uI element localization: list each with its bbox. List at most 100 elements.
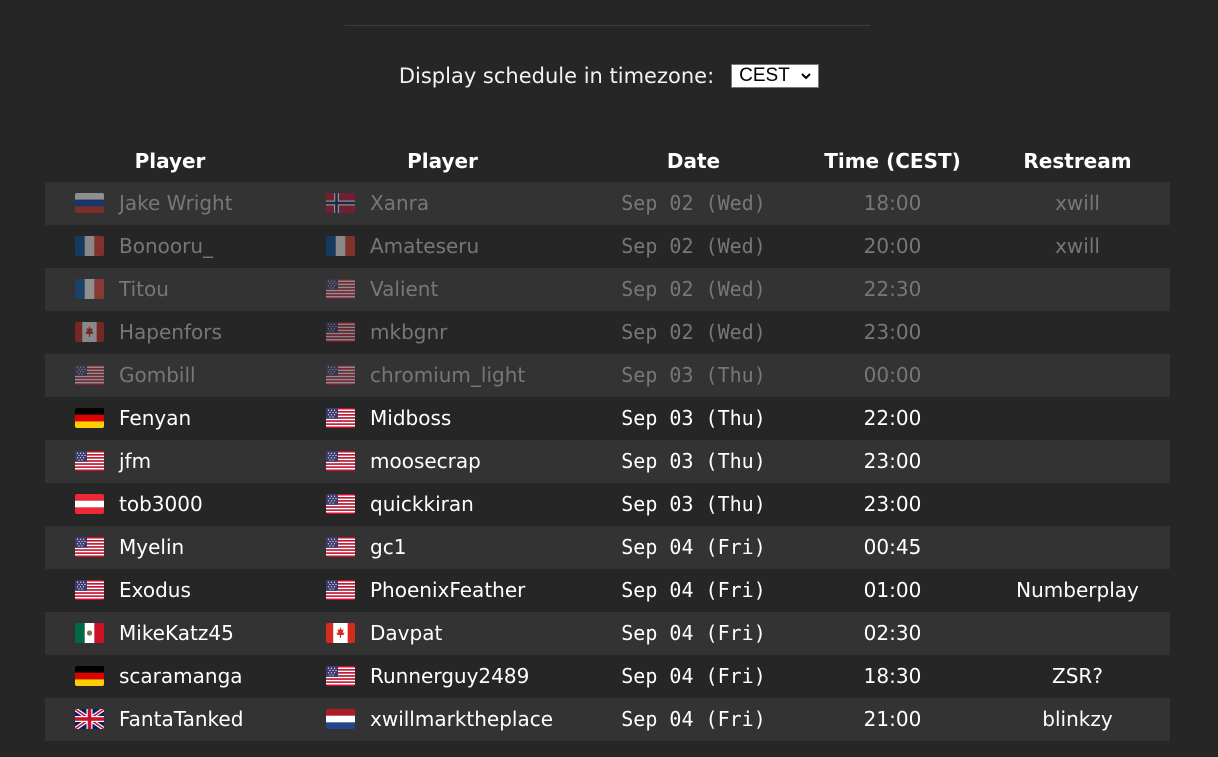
header-time: Time (CEST) xyxy=(824,149,961,173)
usa-flag-icon xyxy=(326,408,355,428)
table-row: Exodus PhoenixFeather Sep 04 (Fri) 01:00… xyxy=(45,569,1170,612)
restream-channel: xwill xyxy=(1055,234,1100,258)
match-time: 02:30 xyxy=(863,621,922,645)
match-date: Sep 04 (Fri) xyxy=(621,578,766,602)
table-row: tob3000 quickkiran Sep 03 (Thu) 23:00 xyxy=(45,483,1170,526)
player2-cell: moosecrap xyxy=(326,440,481,483)
player2-name: Runnerguy2489 xyxy=(370,664,530,688)
player1-name: Hapenfors xyxy=(119,320,222,344)
match-date: Sep 02 (Wed) xyxy=(621,191,766,215)
match-time: 23:00 xyxy=(863,320,922,344)
usa-flag-icon xyxy=(75,580,104,600)
match-time: 23:00 xyxy=(863,492,922,516)
match-time: 18:00 xyxy=(863,191,922,215)
player2-cell: xwillmarktheplace xyxy=(326,698,553,741)
player1-name: MikeKatz45 xyxy=(119,621,234,645)
player1-name: FantaTanked xyxy=(119,707,244,731)
match-date: Sep 03 (Thu) xyxy=(621,363,766,387)
match-date: Sep 02 (Wed) xyxy=(621,234,766,258)
match-date: Sep 02 (Wed) xyxy=(621,277,766,301)
usa-flag-icon xyxy=(326,279,355,299)
match-date: Sep 04 (Fri) xyxy=(621,707,766,731)
timezone-select-value: CEST xyxy=(739,65,790,86)
player1-cell: Hapenfors xyxy=(75,311,222,354)
table-row: scaramanga Runnerguy2489 Sep 04 (Fri) 18… xyxy=(45,655,1170,698)
player2-name: xwillmarktheplace xyxy=(370,707,554,731)
match-time: 00:45 xyxy=(863,535,922,559)
match-date: Sep 03 (Thu) xyxy=(621,406,766,430)
table-row: Bonooru_ Amateseru Sep 02 (Wed) 20:00 xw… xyxy=(45,225,1170,268)
player2-name: chromium_light xyxy=(370,363,526,387)
usa-flag-icon xyxy=(326,451,355,471)
netherlands-flag-icon xyxy=(326,709,355,729)
match-time: 00:00 xyxy=(863,363,922,387)
mexico-flag-icon xyxy=(75,623,104,643)
usa-flag-icon xyxy=(326,494,355,514)
player2-name: Amateseru xyxy=(370,234,480,258)
player1-name: Gombill xyxy=(119,363,196,387)
player2-cell: mkbgnr xyxy=(326,311,447,354)
match-date: Sep 04 (Fri) xyxy=(621,535,766,559)
player1-cell: Gombill xyxy=(75,354,196,397)
player1-cell: FantaTanked xyxy=(75,698,243,741)
restream-channel: xwill xyxy=(1055,191,1100,215)
france-flag-icon xyxy=(75,236,104,256)
match-time: 22:30 xyxy=(863,277,922,301)
germany-flag-icon xyxy=(75,666,104,686)
player2-name: mkbgnr xyxy=(370,320,448,344)
uk-flag-icon xyxy=(75,709,104,729)
match-time: 23:00 xyxy=(863,449,922,473)
restream-channel: blinkzy xyxy=(1042,707,1113,731)
player1-cell: Myelin xyxy=(75,526,184,569)
player1-cell: Bonooru_ xyxy=(75,225,213,268)
usa-flag-icon xyxy=(326,580,355,600)
match-time: 22:00 xyxy=(863,406,922,430)
france-flag-icon xyxy=(75,279,104,299)
table-row: Jake Wright Xanra Sep 02 (Wed) 18:00 xwi… xyxy=(45,182,1170,225)
player2-name: Davpat xyxy=(370,621,443,645)
player1-cell: Titou xyxy=(75,268,169,311)
player2-name: PhoenixFeather xyxy=(370,578,526,602)
table-row: Titou Valient Sep 02 (Wed) 22:30 xyxy=(45,268,1170,311)
player1-name: Myelin xyxy=(119,535,185,559)
player1-name: Jake Wright xyxy=(119,191,233,215)
player2-name: gc1 xyxy=(370,535,407,559)
player2-cell: Davpat xyxy=(326,612,442,655)
match-time: 21:00 xyxy=(863,707,922,731)
schedule-table: Player Player Date Time (CEST) Restream … xyxy=(45,140,1170,741)
top-divider xyxy=(345,25,870,26)
table-row: Fenyan Midboss Sep 03 (Thu) 22:00 xyxy=(45,397,1170,440)
player2-cell: gc1 xyxy=(326,526,406,569)
usa-flag-icon xyxy=(326,365,355,385)
timezone-selector-row: Display schedule in timezone: CEST xyxy=(0,60,1218,92)
canada-flag-icon xyxy=(326,623,355,643)
player2-name: Midboss xyxy=(370,406,452,430)
match-time: 20:00 xyxy=(863,234,922,258)
player1-name: jfm xyxy=(119,449,152,473)
germany-flag-icon xyxy=(75,408,104,428)
table-row: Gombill chromium_light Sep 03 (Thu) 00:0… xyxy=(45,354,1170,397)
chevron-down-icon xyxy=(801,73,811,80)
player2-cell: PhoenixFeather xyxy=(326,569,525,612)
restream-channel: ZSR? xyxy=(1052,664,1103,688)
match-time: 18:30 xyxy=(863,664,922,688)
player2-cell: Midboss xyxy=(326,397,451,440)
player2-cell: Runnerguy2489 xyxy=(326,655,529,698)
player1-cell: Exodus xyxy=(75,569,191,612)
player2-cell: chromium_light xyxy=(326,354,525,397)
player1-cell: Jake Wright xyxy=(75,182,233,225)
match-date: Sep 02 (Wed) xyxy=(621,320,766,344)
player2-name: Xanra xyxy=(370,191,430,215)
player2-name: quickkiran xyxy=(370,492,474,516)
player1-cell: MikeKatz45 xyxy=(75,612,234,655)
header-player1: Player xyxy=(134,149,206,173)
russia-flag-icon xyxy=(75,193,104,213)
header-date: Date xyxy=(666,149,721,173)
player1-name: Fenyan xyxy=(119,406,192,430)
player2-cell: Amateseru xyxy=(326,225,479,268)
usa-flag-icon xyxy=(75,365,104,385)
table-row: Hapenfors mkbgnr Sep 02 (Wed) 23:00 xyxy=(45,311,1170,354)
timezone-select[interactable]: CEST xyxy=(731,64,820,88)
table-row: Myelin gc1 Sep 04 (Fri) 00:45 xyxy=(45,526,1170,569)
match-time: 01:00 xyxy=(863,578,922,602)
